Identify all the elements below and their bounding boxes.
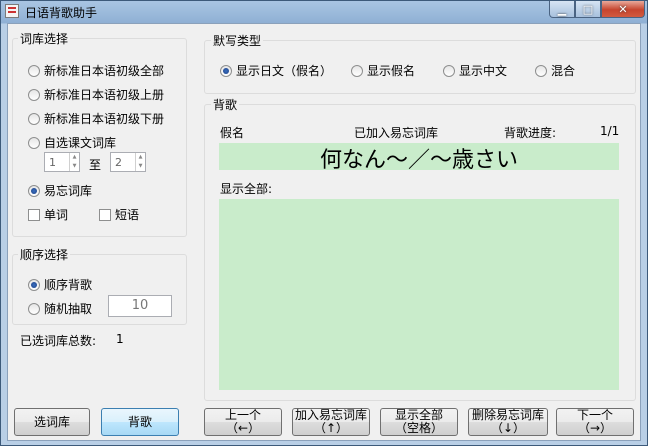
dictation-group-label: 默写类型 xyxy=(211,32,264,49)
radio-selected-icon xyxy=(28,184,40,197)
radio-selected-icon xyxy=(28,278,40,291)
app-window: 日语背歌助手 ▁ □ ✕ 词库选择 新标准日本语初级全部 新标准日本语初级上册 … xyxy=(0,0,648,446)
dictation-option-kana[interactable]: 显示假名 xyxy=(351,62,415,79)
progress-label: 背歌进度: xyxy=(504,126,557,140)
order-option-sequential[interactable]: 顺序背歌 xyxy=(28,276,92,293)
library-option-label: 易忘词库 xyxy=(44,184,93,198)
radio-icon xyxy=(443,64,455,77)
library-option-label: 新标准日本语初级上册 xyxy=(44,88,165,102)
summary-value: 1 xyxy=(116,332,124,346)
dictation-option-label: 显示中文 xyxy=(459,64,508,78)
show-all-button-key: （空格） xyxy=(394,421,443,435)
dictation-option-label: 混合 xyxy=(551,64,576,78)
maximize-button[interactable]: □ xyxy=(575,1,601,18)
range-from-value: 1 xyxy=(49,155,56,169)
library-option-label: 新标准日本语初级下册 xyxy=(44,112,165,126)
range-to-label: 至 xyxy=(89,158,102,172)
radio-icon xyxy=(28,88,40,101)
radio-icon xyxy=(28,136,40,149)
radio-selected-icon xyxy=(220,64,232,77)
radio-icon xyxy=(28,302,40,315)
spinner-down-icon[interactable]: ▼ xyxy=(136,162,145,171)
next-button-key: （→） xyxy=(577,421,613,435)
phrase-checkbox[interactable]: 短语 xyxy=(99,206,139,223)
select-library-button-label: 选词库 xyxy=(33,414,70,429)
details-area[interactable] xyxy=(219,199,619,390)
recite-button[interactable]: 背歌 xyxy=(101,408,179,436)
window-title: 日语背歌助手 xyxy=(25,6,98,20)
title-bar[interactable]: 日语背歌助手 ▁ □ ✕ xyxy=(1,1,647,21)
library-option-custom[interactable]: 自选课文词库 xyxy=(28,134,116,151)
library-option-label: 新标准日本语初级全部 xyxy=(44,64,165,78)
library-option-label: 自选课文词库 xyxy=(44,136,117,150)
library-group-label: 词库选择 xyxy=(18,30,71,47)
radio-icon xyxy=(28,112,40,125)
next-button[interactable]: 下一个 （→） xyxy=(556,408,634,436)
range-from-spinner[interactable]: 1 ▲ ▼ xyxy=(44,152,80,172)
order-option-label: 顺序背歌 xyxy=(44,278,93,292)
spinner-up-icon[interactable]: ▲ xyxy=(70,153,79,162)
radio-icon xyxy=(351,64,363,77)
close-button[interactable]: ✕ xyxy=(601,1,645,18)
library-option-all[interactable]: 新标准日本语初级全部 xyxy=(28,62,164,79)
window-controls: ▁ □ ✕ xyxy=(549,1,645,18)
delete-forget-button-key: （↓） xyxy=(490,421,526,435)
library-option-vol1[interactable]: 新标准日本语初级上册 xyxy=(28,86,164,103)
dictation-option-mixed[interactable]: 混合 xyxy=(535,62,575,79)
close-icon: ✕ xyxy=(618,2,628,16)
checkbox-icon xyxy=(99,208,111,221)
radio-icon xyxy=(28,64,40,77)
show-all-label: 显示全部: xyxy=(220,182,273,196)
checkbox-icon xyxy=(28,208,40,221)
library-option-forget[interactable]: 易忘词库 xyxy=(28,182,92,199)
add-forget-button[interactable]: 加入易忘词库 （↑） xyxy=(292,408,370,436)
maximize-icon: □ xyxy=(582,2,594,16)
prev-button-key: （←） xyxy=(225,421,261,435)
radio-icon xyxy=(535,64,547,77)
prev-button[interactable]: 上一个 （←） xyxy=(204,408,282,436)
dictation-option-label: 显示假名 xyxy=(367,64,416,78)
dictation-option-label: 显示日文（假名） xyxy=(236,64,333,78)
phrase-checkbox-label: 短语 xyxy=(115,208,140,222)
app-icon xyxy=(5,4,19,18)
range-to-spinner[interactable]: 2 ▲ ▼ xyxy=(110,152,146,172)
minimize-button[interactable]: ▁ xyxy=(549,1,575,18)
show-all-button[interactable]: 显示全部 （空格） xyxy=(380,408,458,436)
current-word: 何なん～／～歳さい xyxy=(319,148,518,173)
added-forget-status: 已加入易忘词库 xyxy=(354,126,439,140)
dictation-option-chinese[interactable]: 显示中文 xyxy=(443,62,507,79)
dictation-option-japanese[interactable]: 显示日文（假名） xyxy=(220,62,332,79)
range-to-value: 2 xyxy=(115,155,122,169)
minimize-icon: ▁ xyxy=(557,2,567,16)
library-option-vol2[interactable]: 新标准日本语初级下册 xyxy=(28,110,164,127)
word-checkbox[interactable]: 单词 xyxy=(28,206,68,223)
order-option-random[interactable]: 随机抽取 xyxy=(28,300,92,317)
spinner-up-icon[interactable]: ▲ xyxy=(136,153,145,162)
order-group-label: 顺序选择 xyxy=(18,246,71,263)
spinner-down-icon[interactable]: ▼ xyxy=(70,162,79,171)
add-forget-button-key: （↑） xyxy=(313,421,349,435)
delete-forget-button[interactable]: 删除易忘词库 （↓） xyxy=(468,408,548,436)
kana-label: 假名 xyxy=(220,126,245,140)
order-option-label: 随机抽取 xyxy=(44,302,93,316)
random-count-input[interactable]: 10 xyxy=(108,295,172,317)
select-library-button[interactable]: 选词库 xyxy=(14,408,90,436)
spinner-arrows[interactable]: ▲ ▼ xyxy=(135,153,145,171)
client-area: 词库选择 新标准日本语初级全部 新标准日本语初级上册 新标准日本语初级下册 自选… xyxy=(7,23,641,441)
recite-group-label: 背歌 xyxy=(211,96,240,113)
summary-label: 已选词库总数: xyxy=(20,334,97,348)
spinner-arrows[interactable]: ▲ ▼ xyxy=(69,153,79,171)
recite-button-label: 背歌 xyxy=(127,414,152,429)
word-checkbox-label: 单词 xyxy=(44,208,69,222)
progress-value: 1/1 xyxy=(600,124,620,138)
